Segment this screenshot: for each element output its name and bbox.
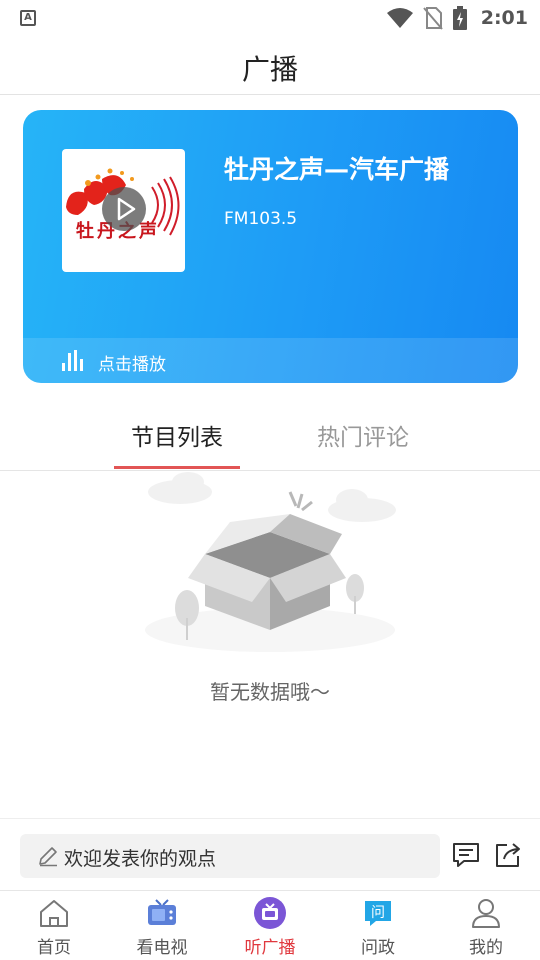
nav-label-profile: 我的 — [469, 938, 503, 958]
nav-item-tv[interactable]: 看电视 — [108, 891, 216, 960]
battery-charging-icon — [452, 6, 467, 30]
pencil-icon — [39, 847, 57, 867]
station-frequency: FM103.5 — [224, 209, 298, 229]
audio-bars-icon — [62, 350, 83, 371]
bottom-nav: 首页 看电视 听广播 问 问政 我的 — [0, 890, 540, 960]
comment-input[interactable]: 欢迎发表你的观点 — [20, 834, 440, 878]
tab-program-list[interactable]: 节目列表 — [114, 418, 240, 452]
radio-icon — [254, 897, 286, 929]
profile-icon — [472, 899, 500, 928]
empty-box-illustration — [145, 472, 396, 652]
tab-active-indicator — [114, 466, 240, 469]
nav-item-profile[interactable]: 我的 — [432, 891, 540, 960]
status-icons: 2:01 — [386, 4, 528, 32]
radio-player-card[interactable]: 牡丹之声 牡丹之声—汽车广播 FM103.5 点击播放 — [23, 110, 518, 383]
empty-state-text: 暂无数据哦～ — [210, 680, 330, 704]
content-tabs: 节目列表 热门评论 — [0, 400, 540, 471]
nav-label-home: 首页 — [37, 938, 71, 958]
tv-icon — [148, 899, 176, 925]
nav-label-ask: 问政 — [361, 938, 395, 958]
comments-icon[interactable] — [452, 842, 480, 868]
status-time: 2:01 — [480, 7, 528, 29]
header: 广播 — [0, 36, 540, 95]
status-bar: A 2:01 — [0, 0, 540, 36]
share-icon[interactable] — [494, 841, 522, 869]
play-bar[interactable]: 点击播放 — [23, 338, 518, 383]
comment-bar: 欢迎发表你的观点 — [0, 818, 540, 890]
play-label[interactable]: 点击播放 — [98, 350, 166, 375]
station-name: 牡丹之声—汽车广播 — [224, 155, 450, 184]
home-icon — [40, 900, 68, 927]
nav-label-tv: 看电视 — [136, 938, 188, 958]
tab-hot-comments[interactable]: 热门评论 — [300, 418, 426, 452]
no-sim-icon — [422, 7, 443, 30]
ask-icon: 问 — [365, 901, 391, 926]
comment-placeholder: 欢迎发表你的观点 — [64, 848, 217, 870]
cover-play-button[interactable] — [102, 187, 146, 231]
nav-item-ask[interactable]: 问 问政 — [324, 891, 432, 960]
app-notification-icon: A — [20, 10, 36, 26]
page-title: 广播 — [241, 53, 298, 86]
nav-label-radio: 听广播 — [244, 938, 296, 958]
play-icon — [117, 197, 136, 221]
nav-item-home[interactable]: 首页 — [0, 891, 108, 960]
svg-text:问: 问 — [371, 905, 385, 921]
station-cover[interactable]: 牡丹之声 — [62, 149, 185, 272]
nav-item-radio[interactable]: 听广播 — [216, 891, 324, 960]
wifi-icon — [386, 8, 413, 28]
